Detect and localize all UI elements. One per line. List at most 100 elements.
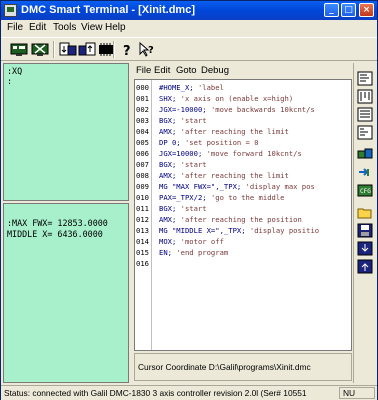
code-text: MOX; 'motor off: [159, 236, 224, 247]
code-line[interactable]: 015 EN; 'end program: [135, 247, 351, 258]
code-comment: 'x axis on (enable x=high): [180, 94, 294, 103]
code-text: #HOME_X; 'label: [159, 82, 224, 93]
code-line[interactable]: 004 AMX; 'after reaching the limit: [135, 126, 351, 137]
code-line[interactable]: 007 BGX; 'start: [135, 159, 351, 170]
code-statement: BGX;: [159, 116, 177, 125]
code-line[interactable]: 010 PAX=_TPX/2; 'go to the middle: [135, 192, 351, 203]
code-statement: MG "MAX FWX=",_TPX;: [159, 182, 242, 191]
motion-icon[interactable]: [357, 147, 373, 162]
code-comment: 'start: [180, 116, 207, 125]
terminal-output-pane[interactable]: :MAX FWX= 12853.0000 MIDDLE X= 6436.0000: [3, 203, 129, 383]
code-statement: MOX;: [159, 237, 177, 246]
menu-tools[interactable]: Tools: [53, 22, 76, 33]
upload-icon[interactable]: [78, 41, 96, 58]
code-line[interactable]: 016: [135, 258, 351, 269]
line-number: 004: [136, 127, 149, 136]
terminal-line: :XQ: [7, 66, 23, 76]
code-text: BGX; 'start: [159, 159, 207, 170]
pane-splitter[interactable]: [129, 63, 133, 383]
code-statement: AMX;: [159, 215, 177, 224]
code-line[interactable]: 005 DP 0; 'set position = 0: [135, 137, 351, 148]
send-icon[interactable]: [357, 165, 373, 180]
editor-menu-bar: File Edit Goto Debug: [134, 65, 352, 78]
title-bar[interactable]: DMC Smart Terminal - [Xinit.dmc] _ □ ×: [1, 1, 377, 20]
code-statement: BGX;: [159, 204, 177, 213]
help-icon[interactable]: ?: [118, 41, 136, 59]
code-text: PAX=_TPX/2; 'go to the middle: [159, 192, 285, 203]
line-number: 000: [136, 83, 149, 92]
menu-edit[interactable]: Edit: [29, 22, 46, 33]
window-title: DMC Smart Terminal - [Xinit.dmc]: [21, 4, 195, 16]
svg-text:?: ?: [123, 44, 131, 58]
align-top-icon[interactable]: [357, 89, 373, 104]
upload-file-icon[interactable]: [357, 259, 373, 274]
editor-menu-goto[interactable]: Goto: [176, 65, 197, 76]
code-statement: JGX=-10000;: [159, 105, 207, 114]
line-number: 010: [136, 193, 149, 202]
code-line[interactable]: 008 AMX; 'after reaching the limit: [135, 170, 351, 181]
code-line[interactable]: 009 MG "MAX FWX=",_TPX; 'display max pos: [135, 181, 351, 192]
code-comment: 'end program: [176, 248, 229, 257]
list-icon[interactable]: [357, 125, 373, 140]
line-number: 005: [136, 138, 149, 147]
code-text: MG "MIDDLE X=",_TPX; 'display positio: [159, 225, 319, 236]
code-text: AMX; 'after reaching the limit: [159, 126, 289, 137]
code-statement: BGX;: [159, 160, 177, 169]
app-window: DMC Smart Terminal - [Xinit.dmc] _ □ × F…: [0, 0, 378, 400]
terminal-disconnect-icon[interactable]: [31, 41, 49, 58]
code-comment: 'start: [180, 204, 207, 213]
gear-icon[interactable]: CFG: [357, 183, 373, 198]
code-statement: PAX=_TPX/2;: [159, 193, 207, 202]
code-statement: #HOME_X;: [159, 83, 194, 92]
line-number: 007: [136, 160, 149, 169]
menu-help[interactable]: Help: [105, 22, 126, 33]
open-folder-icon[interactable]: [357, 205, 373, 220]
app-icon[interactable]: [4, 4, 17, 17]
line-number: 003: [136, 116, 149, 125]
terminal-connect-icon[interactable]: [10, 41, 28, 58]
code-text: JGX=-10000; 'move backwards 10kcnt/s: [159, 104, 315, 115]
main-toolbar: ? ?: [1, 37, 377, 61]
code-line[interactable]: 013 MG "MIDDLE X=",_TPX; 'display positio: [135, 225, 351, 236]
code-line[interactable]: 012 AMX; 'after reaching the position: [135, 214, 351, 225]
line-number: 016: [136, 259, 149, 268]
code-line[interactable]: 006 JGX=10000; 'move forward 10kcnt/s: [135, 148, 351, 159]
code-comment: 'move forward 10kcnt/s: [206, 149, 302, 158]
cursor-coordinate-bar: Cursor Coordinate D:\Galil\programs\Xini…: [134, 353, 352, 381]
code-line[interactable]: 011 BGX; 'start: [135, 203, 351, 214]
code-line[interactable]: 000 #HOME_X; 'label: [135, 82, 351, 93]
code-statement: AMX;: [159, 127, 177, 136]
line-number: 015: [136, 248, 149, 257]
download-icon[interactable]: [59, 41, 77, 58]
code-editor[interactable]: 000 #HOME_X; 'label 001 SHX; 'x axis on (en…: [134, 79, 352, 351]
menu-view[interactable]: View: [81, 22, 103, 33]
context-help-icon[interactable]: ?: [138, 41, 156, 58]
code-line[interactable]: 003 BGX; 'start: [135, 115, 351, 126]
download-file-icon[interactable]: [357, 241, 373, 256]
code-comment: 'go to the middle: [210, 193, 285, 202]
editor-menu-edit[interactable]: Edit: [154, 65, 170, 76]
close-button[interactable]: ×: [359, 3, 374, 17]
align-list-icon[interactable]: [357, 107, 373, 122]
menu-file[interactable]: File: [7, 22, 23, 33]
minimize-button[interactable]: _: [324, 3, 339, 17]
editor-menu-file[interactable]: File: [136, 65, 151, 76]
code-text: BGX; 'start: [159, 203, 207, 214]
code-text: AMX; 'after reaching the limit: [159, 170, 289, 181]
code-statement: JGX=10000;: [159, 149, 203, 158]
code-line[interactable]: 002 JGX=-10000; 'move backwards 10kcnt/s: [135, 104, 351, 115]
svg-text:CFG: CFG: [360, 188, 371, 195]
code-statement: DP 0;: [159, 138, 181, 147]
save-icon[interactable]: [357, 223, 373, 238]
side-toolbar: CFG: [353, 63, 375, 383]
terminal-line: :: [7, 76, 13, 86]
maximize-button[interactable]: □: [341, 3, 356, 17]
code-line[interactable]: 014 MOX; 'motor off: [135, 236, 351, 247]
toolbar-separator: [113, 41, 115, 58]
editor-menu-debug[interactable]: Debug: [201, 65, 229, 76]
code-line[interactable]: 001 SHX; 'x axis on (enable x=high): [135, 93, 351, 104]
code-comment: 'after reaching the limit: [180, 127, 289, 136]
terminal-command-pane[interactable]: :XQ :: [3, 63, 129, 201]
align-left-icon[interactable]: [357, 71, 373, 86]
code-comment: 'set position = 0: [184, 138, 259, 147]
